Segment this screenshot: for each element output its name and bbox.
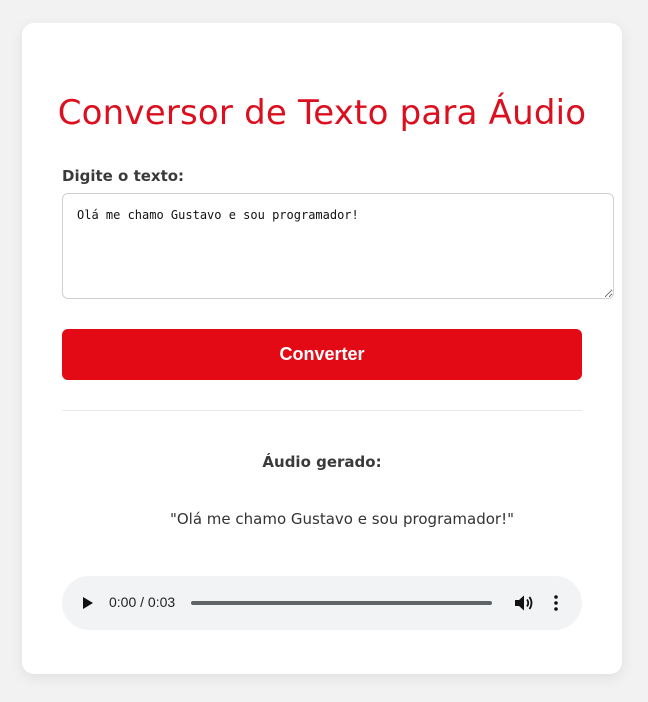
audio-time: 0:00 / 0:03 [109, 594, 176, 610]
audio-progress-bar[interactable] [191, 601, 492, 605]
convert-button[interactable]: Converter [62, 329, 582, 380]
generated-audio-label: Áudio gerado: [262, 453, 382, 471]
section-divider [62, 410, 582, 411]
audio-player: 0:00 / 0:03 [62, 576, 582, 630]
more-options-icon[interactable] [549, 593, 563, 613]
converter-card: Conversor de Texto para Áudio Digite o t… [22, 23, 622, 674]
text-input[interactable] [62, 193, 614, 299]
play-icon[interactable] [83, 597, 93, 609]
generated-audio-text: "Olá me chamo Gustavo e sou programador!… [169, 510, 515, 528]
page-title: Conversor de Texto para Áudio [57, 93, 587, 133]
text-input-label: Digite o texto: [62, 167, 185, 185]
volume-icon[interactable] [514, 594, 534, 612]
